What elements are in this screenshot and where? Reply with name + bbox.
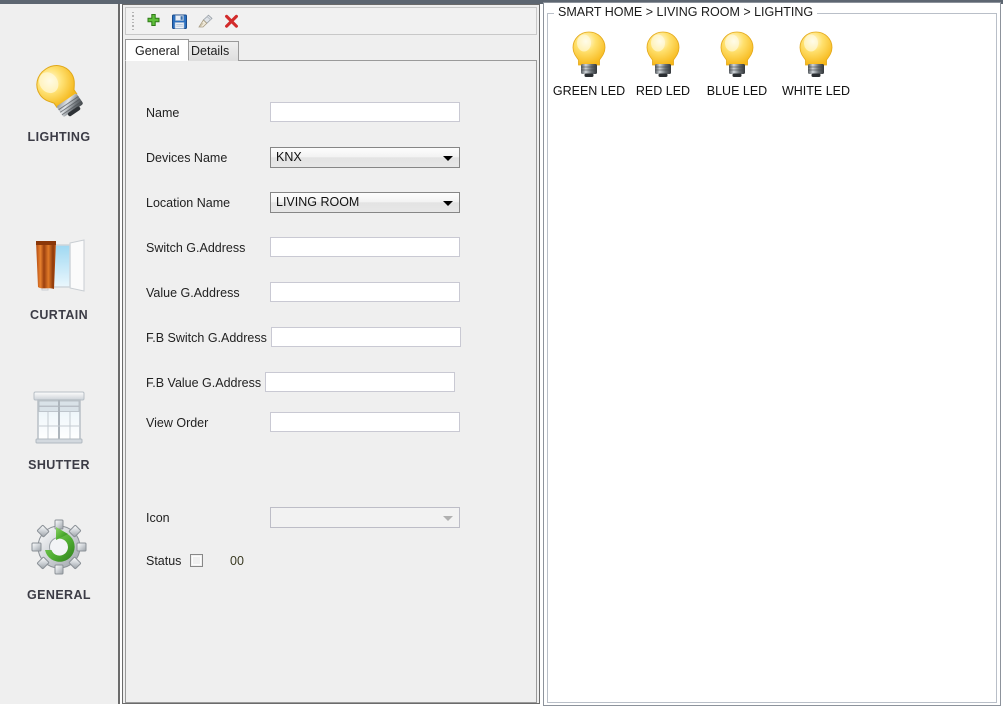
- device-label: BLUE LED: [706, 84, 768, 98]
- curtain-window-icon: [0, 232, 118, 302]
- device-preview-panel: SMART HOME > LIVING ROOM > LIGHTING GREE…: [543, 2, 1001, 706]
- icon-select[interactable]: [270, 507, 460, 528]
- field-row-name: Name: [126, 102, 536, 124]
- breadcrumb-groupbox: SMART HOME > LIVING ROOM > LIGHTING GREE…: [547, 5, 997, 703]
- field-label: Name: [146, 106, 180, 120]
- field-label: F.B Value G.Address: [146, 376, 262, 390]
- view-order-input[interactable]: [270, 412, 460, 432]
- switch-gaddress-input[interactable]: [270, 237, 460, 257]
- sidebar-item-lighting[interactable]: LIGHTING: [0, 54, 118, 144]
- device-item-red-led[interactable]: RED LED: [626, 28, 700, 98]
- save-button[interactable]: [166, 9, 192, 33]
- fb-switch-gaddress-input[interactable]: [271, 327, 461, 347]
- status-value: 00: [230, 554, 244, 568]
- field-row-value-gaddress: Value G.Address: [126, 282, 536, 304]
- lightbulb-icon: [0, 54, 118, 124]
- tab-panel-general: Name Devices Name KNX Location Name LIVI…: [125, 60, 537, 703]
- field-row-view-order: View Order: [126, 412, 536, 434]
- tab-label: General: [135, 44, 180, 58]
- field-row-status: Status 00: [126, 550, 536, 572]
- location-name-select[interactable]: LIVING ROOM: [270, 192, 460, 213]
- breadcrumb: SMART HOME > LIVING ROOM > LIGHTING: [554, 5, 818, 19]
- device-label: RED LED: [635, 84, 691, 98]
- add-button[interactable]: [140, 9, 166, 33]
- field-label: Icon: [146, 511, 170, 525]
- field-row-fb-value-gaddress: F.B Value G.Address: [126, 372, 536, 394]
- sidebar-item-label: SHUTTER: [28, 458, 90, 472]
- category-sidebar: LIGHTING CURTAIN SHUTTER GENERAL: [0, 4, 120, 704]
- sidebar-item-label: CURTAIN: [29, 308, 89, 322]
- application-window: LIGHTING CURTAIN SHUTTER GENERAL General…: [0, 0, 1003, 708]
- status-checkbox[interactable]: [190, 554, 203, 567]
- devices-name-select[interactable]: KNX: [270, 147, 460, 168]
- chevron-down-icon: [443, 516, 453, 521]
- select-value: KNX: [276, 150, 302, 164]
- lightbulb-icon: [552, 28, 626, 82]
- device-label: GREEN LED: [552, 84, 626, 98]
- chevron-down-icon: [443, 201, 453, 206]
- device-item-blue-led[interactable]: BLUE LED: [700, 28, 774, 98]
- field-row-devices-name: Devices Name KNX: [126, 147, 536, 169]
- editor-panel: General Details Name Devices Name KNX Lo…: [122, 4, 540, 704]
- field-row-fb-switch-gaddress: F.B Switch G.Address: [126, 327, 536, 349]
- field-label: Switch G.Address: [146, 241, 246, 255]
- clear-button[interactable]: [192, 9, 218, 33]
- field-label: F.B Switch G.Address: [146, 331, 267, 345]
- device-label: WHITE LED: [781, 84, 851, 98]
- editor-toolbar: [125, 7, 537, 35]
- sidebar-item-general[interactable]: GENERAL: [0, 512, 118, 602]
- field-label: Devices Name: [146, 151, 228, 165]
- lightbulb-icon: [700, 28, 774, 82]
- field-label: View Order: [146, 416, 209, 430]
- device-item-green-led[interactable]: GREEN LED: [552, 28, 626, 98]
- fb-value-gaddress-input[interactable]: [265, 372, 455, 392]
- lightbulb-icon: [774, 28, 858, 82]
- lightbulb-icon: [626, 28, 700, 82]
- field-label: Value G.Address: [146, 286, 240, 300]
- sidebar-item-label: LIGHTING: [27, 130, 91, 144]
- select-value: LIVING ROOM: [276, 195, 360, 209]
- field-label: Status: [146, 554, 182, 568]
- field-row-location-name: Location Name LIVING ROOM: [126, 192, 536, 214]
- toolbar-grip-handle[interactable]: [128, 12, 137, 30]
- gear-refresh-icon: [0, 512, 118, 582]
- tab-general[interactable]: General: [125, 39, 190, 61]
- name-input[interactable]: [270, 102, 460, 122]
- chevron-down-icon: [443, 156, 453, 161]
- value-gaddress-input[interactable]: [270, 282, 460, 302]
- sidebar-item-curtain[interactable]: CURTAIN: [0, 232, 118, 322]
- tab-headers: General Details: [125, 39, 537, 61]
- field-label: Location Name: [146, 196, 231, 210]
- editor-tabstrip: General Details Name Devices Name KNX Lo…: [125, 39, 537, 703]
- field-row-icon: Icon: [126, 507, 536, 529]
- device-item-white-led[interactable]: WHITE LED: [774, 28, 858, 98]
- tab-label: Details: [191, 44, 230, 58]
- tab-details[interactable]: Details: [181, 41, 240, 61]
- field-row-switch-gaddress: Switch G.Address: [126, 237, 536, 259]
- sidebar-item-shutter[interactable]: SHUTTER: [0, 382, 118, 472]
- delete-button[interactable]: [218, 9, 244, 33]
- roller-shutter-icon: [0, 382, 118, 452]
- device-list: GREEN LED RED LED BLUE LED WHITE LED: [552, 28, 992, 108]
- sidebar-item-label: GENERAL: [27, 588, 91, 602]
